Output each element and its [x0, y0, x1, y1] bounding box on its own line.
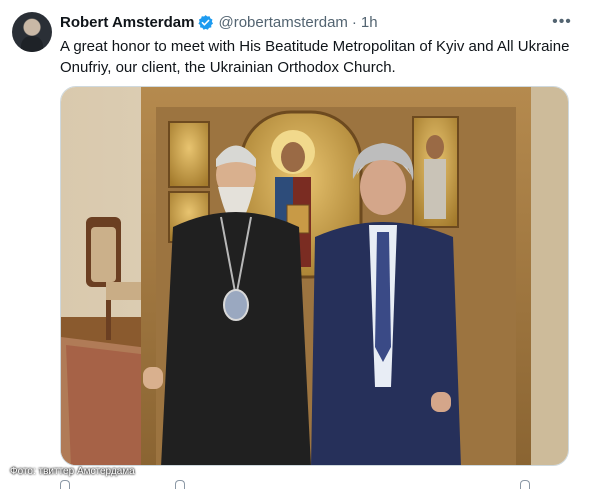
tweet-photo[interactable]	[60, 86, 569, 466]
tweet-header: Robert Amsterdam @robertamsterdam · 1h	[60, 12, 378, 32]
author-handle[interactable]: @robertamsterdam	[218, 14, 347, 31]
more-options-icon[interactable]: •••	[552, 12, 572, 32]
share-icon[interactable]	[520, 480, 530, 489]
reply-icon[interactable]	[60, 480, 70, 489]
author-name[interactable]: Robert Amsterdam	[60, 14, 194, 31]
retweet-icon[interactable]	[175, 480, 185, 489]
tweet-text: A great honor to meet with His Beatitude…	[60, 38, 570, 76]
verified-badge-icon	[197, 14, 214, 31]
tweet: Robert Amsterdam @robertamsterdam · 1h •…	[0, 0, 600, 489]
separator-dot: ·	[351, 13, 357, 31]
tweet-timestamp[interactable]: 1h	[361, 14, 378, 31]
author-avatar[interactable]	[12, 12, 52, 52]
photo-credit-watermark: Фото: твиттер Амстердама	[10, 466, 135, 477]
photo-illustration	[61, 87, 568, 465]
